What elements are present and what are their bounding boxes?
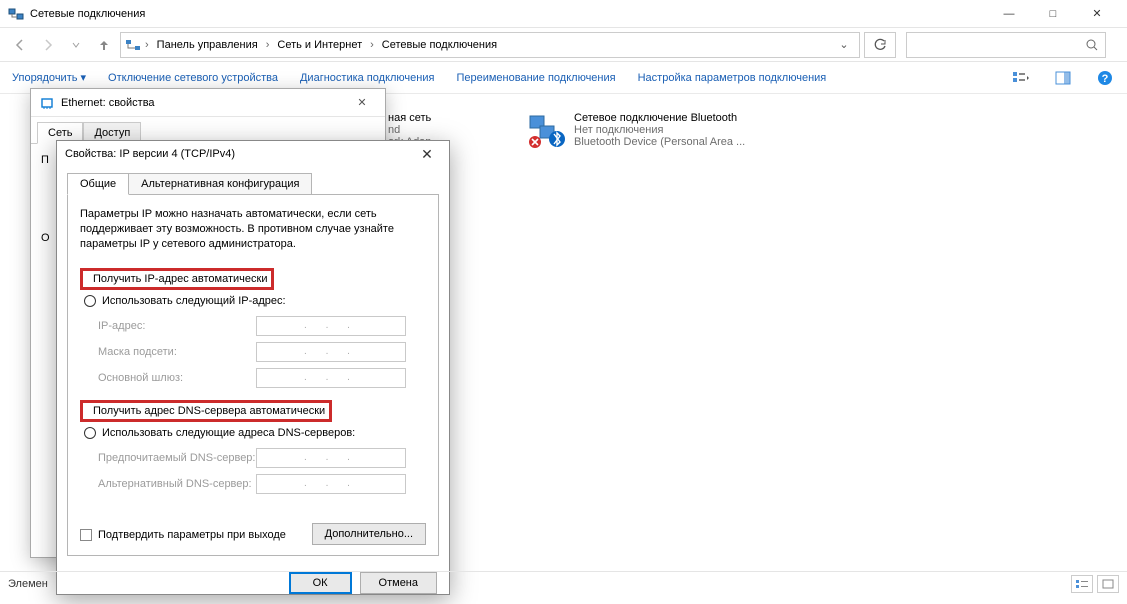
bluetooth-connection-icon	[526, 112, 566, 152]
chevron-right-icon: ›	[370, 39, 374, 51]
ethernet-icon	[39, 95, 55, 111]
search-input[interactable]	[913, 39, 1085, 51]
tab-general[interactable]: Общие	[67, 173, 129, 195]
refresh-button[interactable]	[864, 32, 896, 58]
preferred-dns-label: Предпочитаемый DNS-сервер:	[98, 452, 256, 464]
radio-manual-dns[interactable]	[84, 427, 96, 439]
ethernet-close-button[interactable]: ✕	[347, 96, 377, 109]
back-button[interactable]	[8, 33, 32, 57]
maximize-button[interactable]: □	[1031, 0, 1075, 28]
ipv4-general-pane: Параметры IP можно назначать автоматичес…	[67, 194, 439, 556]
subnet-mask-label: Маска подсети:	[98, 346, 256, 358]
breadcrumb-control-panel[interactable]: Панель управления	[153, 39, 262, 51]
status-bar: Элемен	[0, 571, 1127, 595]
ipv4-dialog-title: Свойства: IP версии 4 (TCP/IPv4)	[65, 148, 413, 160]
minimize-button[interactable]: —	[987, 0, 1031, 28]
details-pane-icon[interactable]	[1053, 68, 1073, 88]
connection-settings-button[interactable]: Настройка параметров подключения	[638, 72, 827, 84]
radio-manual-ip-label: Использовать следующий IP-адрес:	[102, 295, 286, 307]
advanced-button[interactable]: Дополнительно...	[312, 523, 426, 545]
connection-item-bluetooth[interactable]: Сетевое подключение Bluetooth Нет подклю…	[526, 112, 766, 152]
radio-auto-dns-label: Получить адрес DNS-сервера автоматически	[93, 405, 325, 417]
search-box[interactable]	[906, 32, 1106, 58]
preferred-dns-field: . . .	[256, 448, 406, 468]
ethernet-dialog-title: Ethernet: свойства	[61, 97, 347, 109]
highlight-auto-dns: Получить адрес DNS-сервера автоматически	[80, 400, 332, 422]
tab-alternate-config[interactable]: Альтернативная конфигурация	[128, 173, 312, 195]
gateway-label: Основной шлюз:	[98, 372, 256, 384]
breadcrumb-network-internet[interactable]: Сеть и Интернет	[273, 39, 366, 51]
search-icon	[1085, 38, 1099, 52]
gateway-field: . . .	[256, 368, 406, 388]
connection-name-tail: ная сеть	[388, 112, 441, 124]
connection-status-tail: nd	[388, 124, 441, 136]
help-icon[interactable]: ?	[1095, 68, 1115, 88]
recent-dropdown[interactable]	[64, 33, 88, 57]
confirm-on-exit-checkbox[interactable]	[80, 529, 92, 541]
chevron-right-icon: ›	[266, 39, 270, 51]
ip-address-field: . . .	[256, 316, 406, 336]
ipv4-intro-text: Параметры IP можно назначать автоматичес…	[80, 207, 426, 252]
dialog-titlebar: Ethernet: свойства ✕	[31, 89, 385, 117]
radio-auto-ip-label: Получить IP-адрес автоматически	[93, 273, 267, 285]
connection-status: Нет подключения	[574, 124, 745, 136]
organize-menu[interactable]: Упорядочить ▾	[12, 71, 86, 84]
ip-address-label: IP-адрес:	[98, 320, 256, 332]
view-icons-button[interactable]	[1097, 575, 1119, 593]
subnet-mask-field: . . .	[256, 342, 406, 362]
network-small-icon	[125, 37, 141, 53]
address-bar[interactable]: › Панель управления › Сеть и Интернет › …	[120, 32, 860, 58]
ipv4-titlebar: Свойства: IP версии 4 (TCP/IPv4) ✕	[57, 141, 449, 167]
rename-connection-button[interactable]: Переименование подключения	[456, 72, 615, 84]
connection-device: Bluetooth Device (Personal Area ...	[574, 136, 745, 148]
window-titlebar: Сетевые подключения — □ ✕	[0, 0, 1127, 28]
highlight-auto-ip: Получить IP-адрес автоматически	[80, 268, 274, 290]
chevron-right-icon: ›	[145, 39, 149, 51]
window-title: Сетевые подключения	[30, 8, 987, 20]
ipv4-properties-dialog: Свойства: IP версии 4 (TCP/IPv4) ✕ Общие…	[56, 140, 450, 595]
disable-device-button[interactable]: Отключение сетевого устройства	[108, 72, 278, 84]
breadcrumb-connections[interactable]: Сетевые подключения	[378, 39, 501, 51]
connection-name: Сетевое подключение Bluetooth	[574, 112, 745, 124]
close-button[interactable]: ✕	[1075, 0, 1119, 28]
status-text: Элемен	[8, 578, 48, 590]
forward-button[interactable]	[36, 33, 60, 57]
network-icon	[8, 6, 24, 22]
address-bar-row: › Панель управления › Сеть и Интернет › …	[0, 28, 1127, 62]
radio-manual-ip[interactable]	[84, 295, 96, 307]
radio-manual-dns-label: Использовать следующие адреса DNS-сервер…	[102, 427, 355, 439]
diagnose-button[interactable]: Диагностика подключения	[300, 72, 434, 84]
view-details-button[interactable]	[1071, 575, 1093, 593]
alternate-dns-label: Альтернативный DNS-сервер:	[98, 478, 256, 490]
up-button[interactable]	[92, 33, 116, 57]
ipv4-close-button[interactable]: ✕	[413, 143, 441, 165]
confirm-on-exit-label: Подтвердить параметры при выходе	[98, 529, 286, 541]
svg-text:?: ?	[1102, 73, 1109, 85]
address-dropdown-icon[interactable]: ⌄	[833, 38, 855, 51]
view-dropdown-icon[interactable]	[1011, 68, 1031, 88]
alternate-dns-field: . . .	[256, 474, 406, 494]
